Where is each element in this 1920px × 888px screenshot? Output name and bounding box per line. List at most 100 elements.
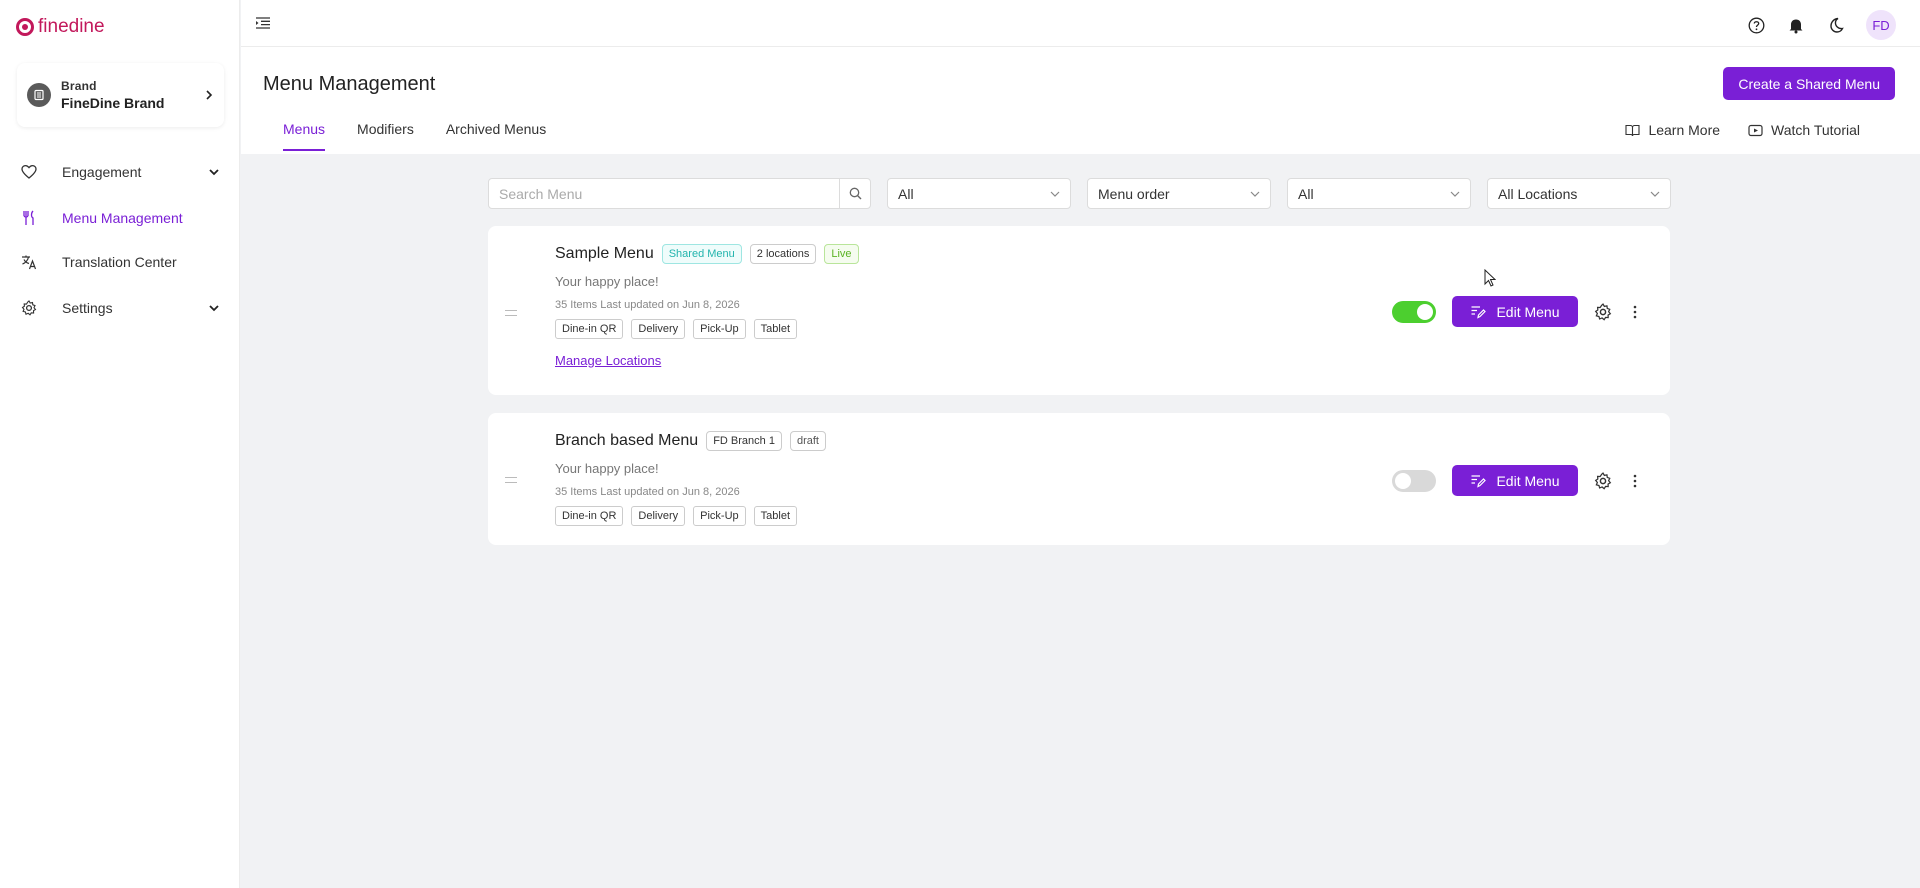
menu-enabled-toggle[interactable] <box>1392 300 1436 323</box>
sidebar-item-menu-management[interactable]: Menu Management <box>0 196 240 240</box>
drag-handle-icon[interactable] <box>505 477 517 483</box>
chevron-down-icon <box>1650 191 1660 197</box>
sort-select[interactable]: Menu order <box>1087 178 1271 209</box>
video-icon <box>1748 124 1763 136</box>
menu-meta: 35 Items Last updated on Jun 8, 2026 <box>555 486 740 498</box>
chevron-right-icon <box>206 90 213 100</box>
menu-tagline: Your happy place! <box>555 461 659 476</box>
help-icon[interactable] <box>1746 15 1766 35</box>
learn-more-link[interactable]: Learn More <box>1625 122 1720 138</box>
menu-actions: Edit Menu <box>1392 296 1644 327</box>
channel-chip: Dine-in QR <box>555 319 624 339</box>
top-bar-actions: FD <box>1746 10 1896 40</box>
tab-archived-menus[interactable]: Archived Menus <box>446 121 546 151</box>
create-shared-menu-button[interactable]: Create a Shared Menu <box>1723 67 1895 100</box>
watch-tutorial-link[interactable]: Watch Tutorial <box>1748 122 1860 138</box>
search-input[interactable] <box>489 179 839 208</box>
heart-icon <box>20 163 38 181</box>
book-icon <box>1625 124 1640 136</box>
tab-modifiers[interactable]: Modifiers <box>357 121 414 151</box>
sidebar-item-label: Engagement <box>62 164 142 180</box>
status-select[interactable]: All <box>887 178 1071 209</box>
channel-chip: Pick-Up <box>693 319 746 339</box>
sidebar-item-label: Settings <box>62 300 113 316</box>
locations-badge: 2 locations <box>749 244 817 264</box>
location-select[interactable]: All Locations <box>1487 178 1671 209</box>
edit-icon <box>1471 474 1487 488</box>
search-icon[interactable] <box>839 179 870 208</box>
brand-icon <box>27 83 51 107</box>
sidebar-nav: Engagement Menu Management Translation C… <box>0 148 240 332</box>
edit-menu-label: Edit Menu <box>1496 303 1560 320</box>
page-header: Menu Management Create a Shared Menu Men… <box>241 47 1920 154</box>
sidebar-item-translation-center[interactable]: Translation Center <box>0 240 240 284</box>
page-title: Menu Management <box>263 73 436 95</box>
menu-actions: Edit Menu <box>1392 465 1644 496</box>
menu-title: Sample Menu <box>555 245 654 262</box>
tabs: Menus Modifiers Archived Menus <box>283 121 546 151</box>
menu-tagline: Your happy place! <box>555 274 659 289</box>
edit-menu-label: Edit Menu <box>1496 472 1560 489</box>
channel-chip: Dine-in QR <box>555 506 624 526</box>
sidebar: finedine Brand FineDine Brand Engagement… <box>0 0 240 888</box>
channel-chip: Tablet <box>753 506 798 526</box>
tab-menus[interactable]: Menus <box>283 121 326 151</box>
status-select-value: All <box>898 185 914 202</box>
menu-card: Branch based Menu FD Branch 1 draft Your… <box>488 413 1670 545</box>
sidebar-item-settings[interactable]: Settings <box>0 284 240 332</box>
status-badge: Live <box>824 244 859 264</box>
gear-icon[interactable] <box>1594 302 1612 321</box>
finedine-logo[interactable]: finedine <box>16 16 105 38</box>
logo-text: finedine <box>38 16 105 37</box>
menu-meta: 35 Items Last updated on Jun 8, 2026 <box>555 299 740 311</box>
learn-more-label: Learn More <box>1648 122 1721 138</box>
sidebar-item-label: Translation Center <box>62 254 177 270</box>
type-select[interactable]: All <box>1287 178 1471 209</box>
brand-selector[interactable]: Brand FineDine Brand <box>17 63 224 127</box>
filter-bar: All Menu order All All Locations <box>488 178 1671 209</box>
location-select-value: All Locations <box>1498 185 1578 202</box>
brand-label: Brand <box>61 79 97 93</box>
moon-icon[interactable] <box>1826 15 1846 35</box>
utensils-icon <box>20 209 38 227</box>
gear-icon <box>20 299 38 317</box>
manage-locations-link[interactable]: Manage Locations <box>555 353 661 368</box>
sort-select-value: Menu order <box>1098 185 1170 202</box>
more-vertical-icon[interactable] <box>1626 472 1644 490</box>
type-select-value: All <box>1298 185 1314 202</box>
chevron-down-icon <box>209 169 219 176</box>
edit-menu-button[interactable]: Edit Menu <box>1452 465 1578 496</box>
channel-chip: Delivery <box>631 506 686 526</box>
gear-icon[interactable] <box>1594 471 1612 490</box>
watch-tutorial-label: Watch Tutorial <box>1771 122 1860 138</box>
search-box <box>488 178 871 209</box>
branch-badge: FD Branch 1 <box>706 431 782 451</box>
chevron-down-icon <box>1050 191 1060 197</box>
channel-chip: Tablet <box>753 319 798 339</box>
status-badge: draft <box>789 431 826 451</box>
bell-icon[interactable] <box>1786 15 1806 35</box>
menu-card: Sample Menu Shared Menu 2 locations Live… <box>488 226 1670 395</box>
chevron-down-icon <box>1250 191 1260 197</box>
channel-chip: Delivery <box>631 319 686 339</box>
top-bar: FD <box>241 0 1920 47</box>
menu-enabled-toggle[interactable] <box>1392 469 1436 492</box>
translate-icon <box>20 253 38 271</box>
channel-chips: Dine-in QR Delivery Pick-Up Tablet <box>555 319 859 339</box>
chevron-down-icon <box>1450 191 1460 197</box>
mouse-cursor-icon <box>1484 269 1496 287</box>
shared-menu-badge: Shared Menu <box>661 244 742 264</box>
more-vertical-icon[interactable] <box>1626 303 1644 321</box>
chevron-down-icon <box>209 305 219 312</box>
sidebar-toggle-icon[interactable] <box>255 15 271 31</box>
logo-mark-icon <box>16 18 34 36</box>
avatar[interactable]: FD <box>1866 10 1896 40</box>
help-links: Learn More Watch Tutorial <box>1625 122 1860 138</box>
brand-name: FineDine Brand <box>61 95 165 111</box>
channel-chip: Pick-Up <box>693 506 746 526</box>
edit-icon <box>1471 305 1487 319</box>
drag-handle-icon[interactable] <box>505 310 517 316</box>
channel-chips: Dine-in QR Delivery Pick-Up Tablet <box>555 506 826 526</box>
edit-menu-button[interactable]: Edit Menu <box>1452 296 1578 327</box>
sidebar-item-engagement[interactable]: Engagement <box>0 148 240 196</box>
